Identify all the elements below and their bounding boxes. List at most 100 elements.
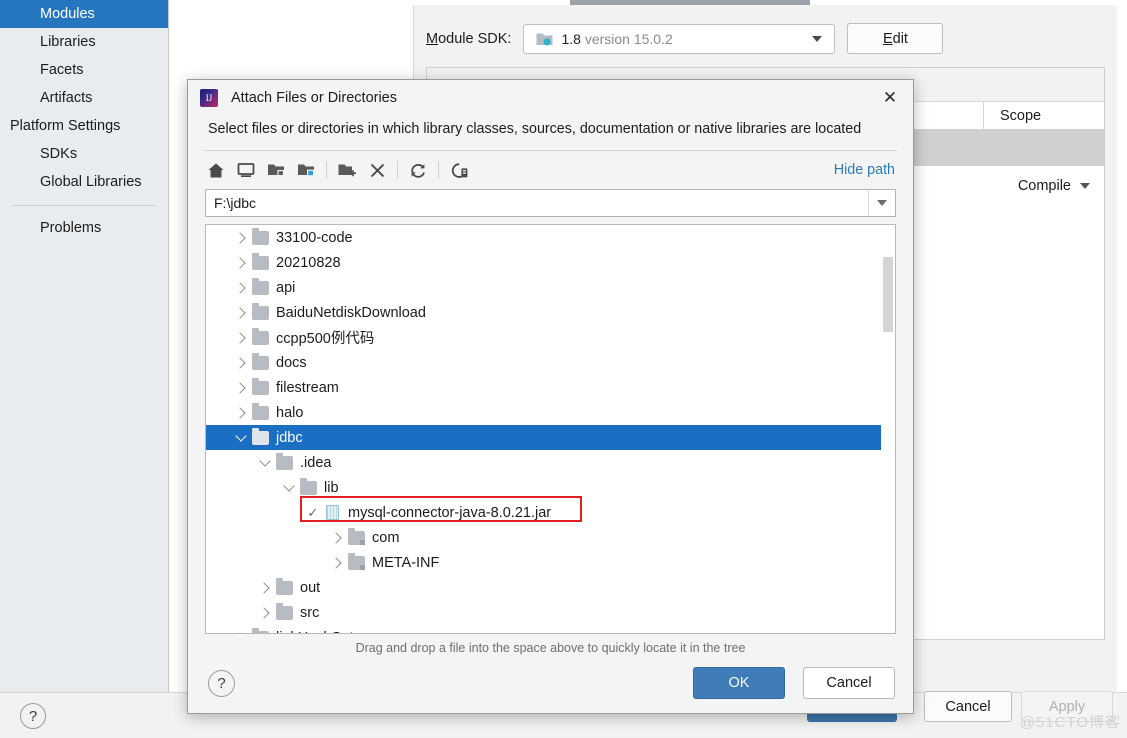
- tree-item[interactable]: .idea: [206, 450, 895, 475]
- chevron-right-icon[interactable]: [230, 256, 252, 269]
- path-input[interactable]: F:\jdbc: [206, 190, 868, 216]
- sidebar-item-label: Problems: [40, 220, 102, 236]
- folder-icon: [348, 527, 365, 545]
- sidebar-item-sdks[interactable]: SDKs: [0, 140, 168, 168]
- dialog-subtitle: Select files or directories in which lib…: [208, 121, 862, 137]
- chevron-right-icon[interactable]: [254, 606, 276, 619]
- chevron-right-icon[interactable]: [254, 581, 276, 594]
- folder-icon: [252, 402, 269, 420]
- tree-item-label: com: [372, 529, 400, 546]
- sidebar-item-problems[interactable]: Problems: [0, 214, 168, 242]
- tree-item-label: filestream: [276, 379, 339, 396]
- tree-item-label: halo: [276, 404, 304, 421]
- tree-item[interactable]: META-INF: [206, 550, 895, 575]
- tree-item-jar[interactable]: ✓ mysql-connector-java-8.0.21.jar: [206, 500, 895, 525]
- close-glyph: ✕: [882, 88, 898, 107]
- desktop-icon[interactable]: [231, 156, 261, 184]
- close-icon[interactable]: ✕: [877, 86, 903, 110]
- new-folder-icon[interactable]: [332, 156, 362, 184]
- tree-item[interactable]: 33100-code: [206, 225, 895, 250]
- sidebar-item-modules[interactable]: Modules: [0, 0, 168, 28]
- tree-item[interactable]: filestream: [206, 375, 895, 400]
- apply-button[interactable]: Apply: [1021, 691, 1113, 722]
- dialog-cancel-button[interactable]: Cancel: [803, 667, 895, 699]
- chevron-down-icon[interactable]: [254, 455, 276, 467]
- tree-item-label: linkHashSet: [276, 630, 353, 634]
- chevron-right-icon[interactable]: [230, 381, 252, 394]
- chevron-right-icon[interactable]: [230, 356, 252, 369]
- file-tree: 33100-code 20210828 api BaiduNetdiskDown…: [206, 225, 895, 633]
- sidebar-item-global-libraries[interactable]: Global Libraries: [0, 168, 168, 196]
- tree-item-label: mysql-connector-java-8.0.21.jar: [348, 504, 552, 521]
- tree-scrollbar-thumb[interactable]: [883, 257, 893, 332]
- toolbar-divider: [438, 161, 439, 179]
- chevron-right-icon[interactable]: [326, 531, 348, 544]
- tree-item-selected[interactable]: jdbc: [206, 425, 895, 450]
- intellij-logo-icon: IJ: [200, 89, 218, 107]
- show-hidden-icon[interactable]: [444, 156, 474, 184]
- tree-scrollbar[interactable]: [881, 225, 895, 633]
- folder-icon: [276, 452, 293, 470]
- sdk-version: version 15.0.2: [584, 30, 673, 47]
- cancel-button[interactable]: Cancel: [924, 691, 1012, 722]
- sdk-value: 1.8 version 15.0.2: [561, 30, 673, 47]
- home-icon[interactable]: [201, 156, 231, 184]
- tree-item[interactable]: halo: [206, 400, 895, 425]
- folder-icon: [348, 552, 365, 570]
- chevron-right-icon[interactable]: [230, 406, 252, 419]
- chevron-right-icon[interactable]: [230, 306, 252, 319]
- chevron-right-icon[interactable]: [230, 331, 252, 344]
- chevron-right-icon[interactable]: [230, 231, 252, 244]
- dialog-help-button[interactable]: ?: [208, 670, 235, 697]
- tree-item[interactable]: ccpp500例代码: [206, 325, 895, 350]
- help-button[interactable]: ?: [20, 703, 46, 729]
- toolbar-divider: [326, 161, 327, 179]
- delete-icon[interactable]: [362, 156, 392, 184]
- sidebar-item-label: SDKs: [40, 146, 78, 162]
- folder-icon: [252, 252, 269, 270]
- tree-item[interactable]: src: [206, 600, 895, 625]
- module-sdk-combobox[interactable]: 1.8 version 15.0.2: [523, 23, 836, 54]
- scope-value: Compile: [1017, 178, 1071, 194]
- tree-item-label: META-INF: [372, 554, 440, 571]
- sidebar-item-facets[interactable]: Facets: [0, 56, 168, 84]
- chevron-right-icon[interactable]: [234, 631, 246, 633]
- sidebar-item-label: Libraries: [40, 34, 96, 50]
- path-combobox[interactable]: F:\jdbc: [205, 189, 896, 217]
- dialog-titlebar: IJ Attach Files or Directories ✕: [188, 80, 913, 116]
- folder-project-icon[interactable]: [261, 156, 291, 184]
- sidebar-item-label: Artifacts: [40, 90, 93, 106]
- chevron-right-icon[interactable]: [326, 556, 348, 569]
- tree-item[interactable]: docs: [206, 350, 895, 375]
- tree-item[interactable]: com: [206, 525, 895, 550]
- tree-item[interactable]: BaiduNetdiskDownload: [206, 300, 895, 325]
- cancel-label: Cancel: [945, 698, 991, 715]
- refresh-icon[interactable]: [403, 156, 433, 184]
- edit-sdk-button[interactable]: Edit: [847, 23, 944, 54]
- tree-item[interactable]: 20210828: [206, 250, 895, 275]
- tree-item[interactable]: api: [206, 275, 895, 300]
- chevron-down-icon[interactable]: [278, 480, 300, 492]
- edit-mnemonic: E: [882, 30, 893, 47]
- tree-item-label: 33100-code: [276, 229, 353, 246]
- ok-label: OK: [728, 675, 750, 691]
- folder-icon: [252, 427, 269, 445]
- checkmark-icon[interactable]: ✓: [302, 506, 324, 519]
- module-sdk-row: Module SDK: 1.8 version 15.0.2 E dit: [426, 23, 944, 54]
- sidebar-item-label: Global Libraries: [40, 174, 142, 190]
- tree-item[interactable]: lib: [206, 475, 895, 500]
- module-sdk-mnemonic: M: [426, 30, 439, 47]
- tree-item[interactable]: linkHashSet: [206, 625, 895, 634]
- ok-button[interactable]: OK: [693, 667, 785, 699]
- chevron-down-icon[interactable]: [230, 430, 252, 442]
- file-tree-container[interactable]: 33100-code 20210828 api BaiduNetdiskDown…: [205, 224, 896, 634]
- hide-path-link[interactable]: Hide path: [834, 162, 895, 178]
- sidebar-item-libraries[interactable]: Libraries: [0, 28, 168, 56]
- sidebar-item-artifacts[interactable]: Artifacts: [0, 84, 168, 112]
- chevron-right-icon[interactable]: [230, 281, 252, 294]
- tree-item[interactable]: out: [206, 575, 895, 600]
- folder-module-icon[interactable]: [291, 156, 321, 184]
- edit-label-rest: dit: [892, 30, 908, 47]
- path-dropdown-button[interactable]: [868, 190, 895, 216]
- tree-item-label: ccpp500例代码: [276, 331, 375, 347]
